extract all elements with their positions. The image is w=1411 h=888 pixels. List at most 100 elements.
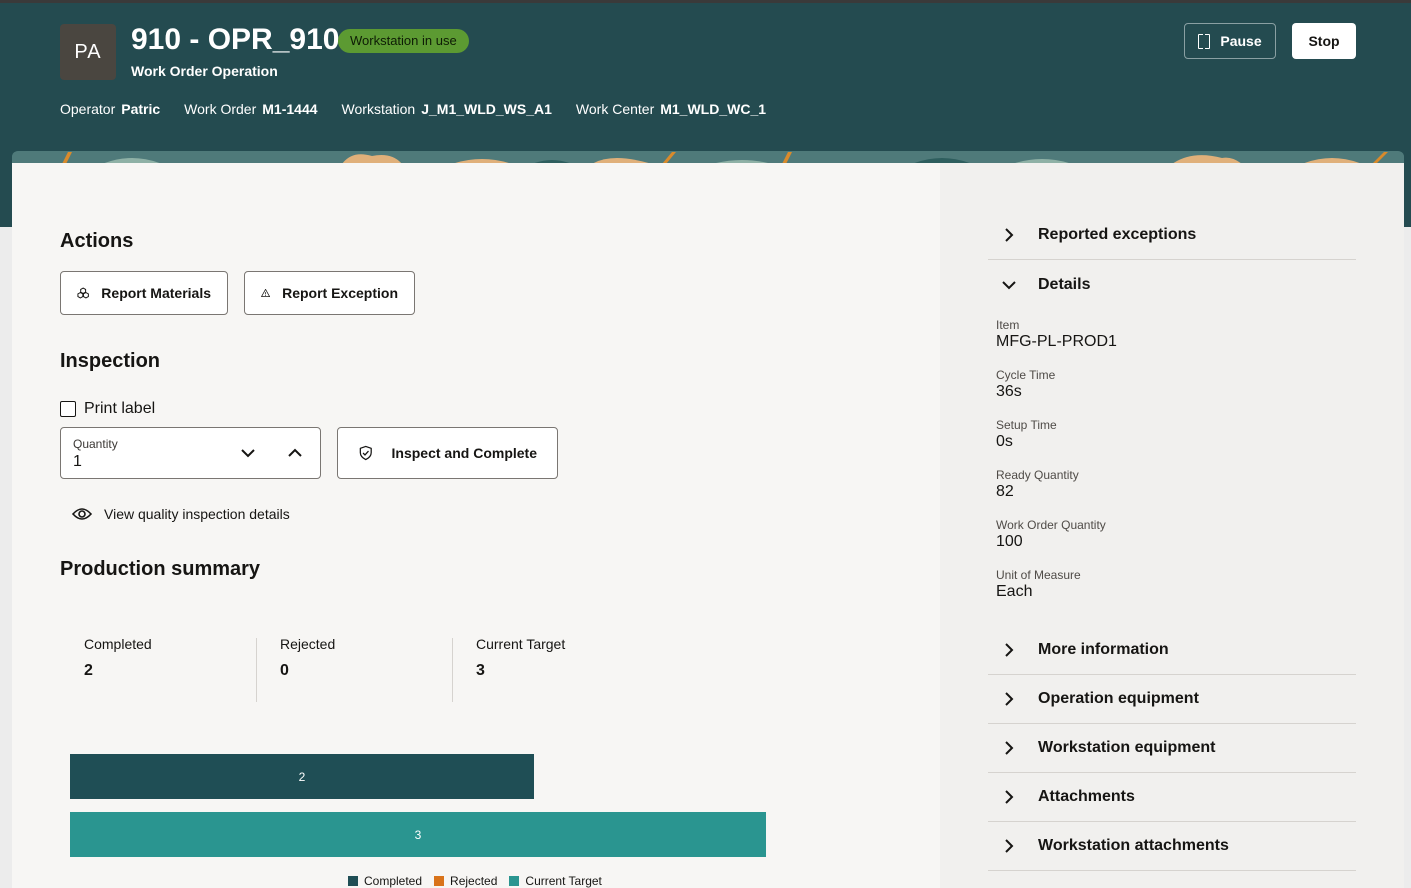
stat-rejected-value: 0 [280,662,289,679]
stat-current-target-label: Current Target [476,636,566,652]
legend-label-completed: Completed [364,874,423,888]
detail-item-label: Item [996,318,1020,332]
report-materials-label: Report Materials [101,285,211,301]
chart-bar-completed-label: 2 [298,769,306,784]
detail-item: Item MFG-PL-PROD1 [996,318,1117,351]
detail-setup-time-label: Setup Time [996,418,1057,432]
decorative-banner [12,151,1404,163]
quantity-stepper[interactable]: Quantity 1 [60,427,321,479]
quantity-value: 1 [73,453,82,470]
meta-work-center: Work Center M1_WLD_WC_1 [575,101,767,117]
accordion-operation-equipment-label: Operation equipment [1038,690,1199,707]
accordion-workstation-attachments[interactable]: Workstation attachments [988,822,1356,871]
stat-rejected-label: Rejected [280,636,336,652]
quantity-label: Quantity [73,437,118,451]
report-exception-label: Report Exception [282,285,398,301]
accordion-attachments[interactable]: Attachments [988,773,1356,822]
detail-unit-of-measure: Unit of Measure Each [996,568,1081,601]
chevron-right-icon [1005,228,1014,242]
detail-work-order-quantity: Work Order Quantity 100 [996,518,1106,551]
accordion-reported-exceptions[interactable]: Reported exceptions [988,211,1356,260]
detail-unit-of-measure-label: Unit of Measure [996,568,1081,582]
accordion-workstation-equipment-label: Workstation equipment [1038,739,1216,756]
accordion-reported-exceptions-label: Reported exceptions [1038,226,1197,243]
print-label-text: Print label [84,400,156,417]
view-quality-inspection-label: View quality inspection details [104,506,290,522]
detail-cycle-time-label: Cycle Time [996,368,1056,382]
accordion-details[interactable]: Details [988,260,1356,309]
accordion-details-label: Details [1038,275,1091,293]
materials-icon [77,287,89,299]
meta-operator: Operator Patric [60,101,161,117]
legend-swatch-current-target [509,876,520,886]
print-label-checkbox[interactable] [60,401,76,417]
detail-unit-of-measure-value: Each [996,583,1033,600]
chevron-right-icon [1005,692,1014,706]
accordion-workstation-equipment[interactable]: Workstation equipment [988,724,1356,773]
legend-item-completed: Completed [348,874,422,888]
chart-bar-current-target-label: 3 [414,827,422,842]
legend-swatch-completed [348,876,358,886]
detail-item-value: MFG-PL-PROD1 [996,333,1117,350]
stat-completed-label: Completed [84,636,152,652]
stat-rejected: Rejected 0 [280,636,476,702]
chevron-right-icon [1005,839,1014,853]
detail-work-order-quantity-value: 100 [996,533,1023,550]
chevron-up-icon[interactable] [286,444,304,462]
meta-work-order: Work Order M1-1444 [184,101,318,117]
detail-ready-quantity-label: Ready Quantity [996,468,1079,482]
detail-cycle-time: Cycle Time 36s [996,368,1055,401]
stat-divider [256,638,257,702]
status-badge: Workstation in use [338,29,469,53]
pause-button[interactable]: Pause [1184,23,1276,59]
actions-heading: Actions [60,230,134,252]
view-quality-inspection-link[interactable]: View quality inspection details [72,506,290,522]
stat-divider [452,638,453,702]
detail-work-order-quantity-label: Work Order Quantity [996,518,1106,532]
report-exception-button[interactable]: Report Exception [244,271,415,315]
detail-cycle-time-value: 36s [996,383,1022,400]
pause-icon [1198,33,1211,49]
eye-icon [72,508,92,520]
detail-setup-time-value: 0s [996,433,1013,450]
stat-completed: Completed 2 [84,636,280,702]
stat-completed-value: 2 [84,662,93,679]
legend-label-rejected: Rejected [450,874,498,888]
legend-label-current-target: Current Target [525,874,602,888]
chart-legend: Completed Rejected Current Target [348,874,602,888]
accordion-more-information[interactable]: More information [988,626,1356,675]
stat-current-target-value: 3 [476,662,485,679]
shield-check-icon [359,445,372,461]
stat-current-target: Current Target 3 [476,636,672,702]
meta-workstation: Workstation J_M1_WLD_WS_A1 [341,101,552,117]
avatar: PA [60,24,116,80]
page-title: 910 - OPR_910 [131,23,340,56]
accordion-workstation-attachments-label: Workstation attachments [1038,837,1229,854]
chevron-down-icon[interactable] [239,444,257,462]
chevron-right-icon [1005,741,1014,755]
legend-item-rejected: Rejected [434,874,497,888]
report-materials-button[interactable]: Report Materials [60,271,228,315]
legend-item-current-target: Current Target [509,874,602,888]
stop-button[interactable]: Stop [1292,23,1356,59]
pause-button-label: Pause [1220,33,1262,49]
page-subtitle: Work Order Operation [131,63,278,79]
legend-swatch-rejected [434,876,445,886]
inspection-heading: Inspection [60,350,161,372]
chevron-right-icon [1005,643,1014,657]
accordion-operation-equipment[interactable]: Operation equipment [988,675,1356,724]
chevron-right-icon [1005,790,1014,804]
chart-bar-current-target: 3 [70,812,766,857]
detail-setup-time: Setup Time 0s [996,418,1057,451]
accordion-attachments-label: Attachments [1038,788,1135,805]
chevron-down-icon [1002,280,1016,289]
chart-bar-completed: 2 [70,754,534,799]
warning-icon [261,288,271,298]
banner-pattern [12,152,1404,163]
inspect-and-complete-button[interactable]: Inspect and Complete [337,427,558,479]
inspect-and-complete-label: Inspect and Complete [391,445,537,461]
detail-ready-quantity: Ready Quantity 82 [996,468,1079,501]
accordion-more-information-label: More information [1038,641,1169,658]
detail-ready-quantity-value: 82 [996,483,1014,500]
operation-meta: Operator Patric Work Order M1-1444 Worksta… [60,101,766,117]
